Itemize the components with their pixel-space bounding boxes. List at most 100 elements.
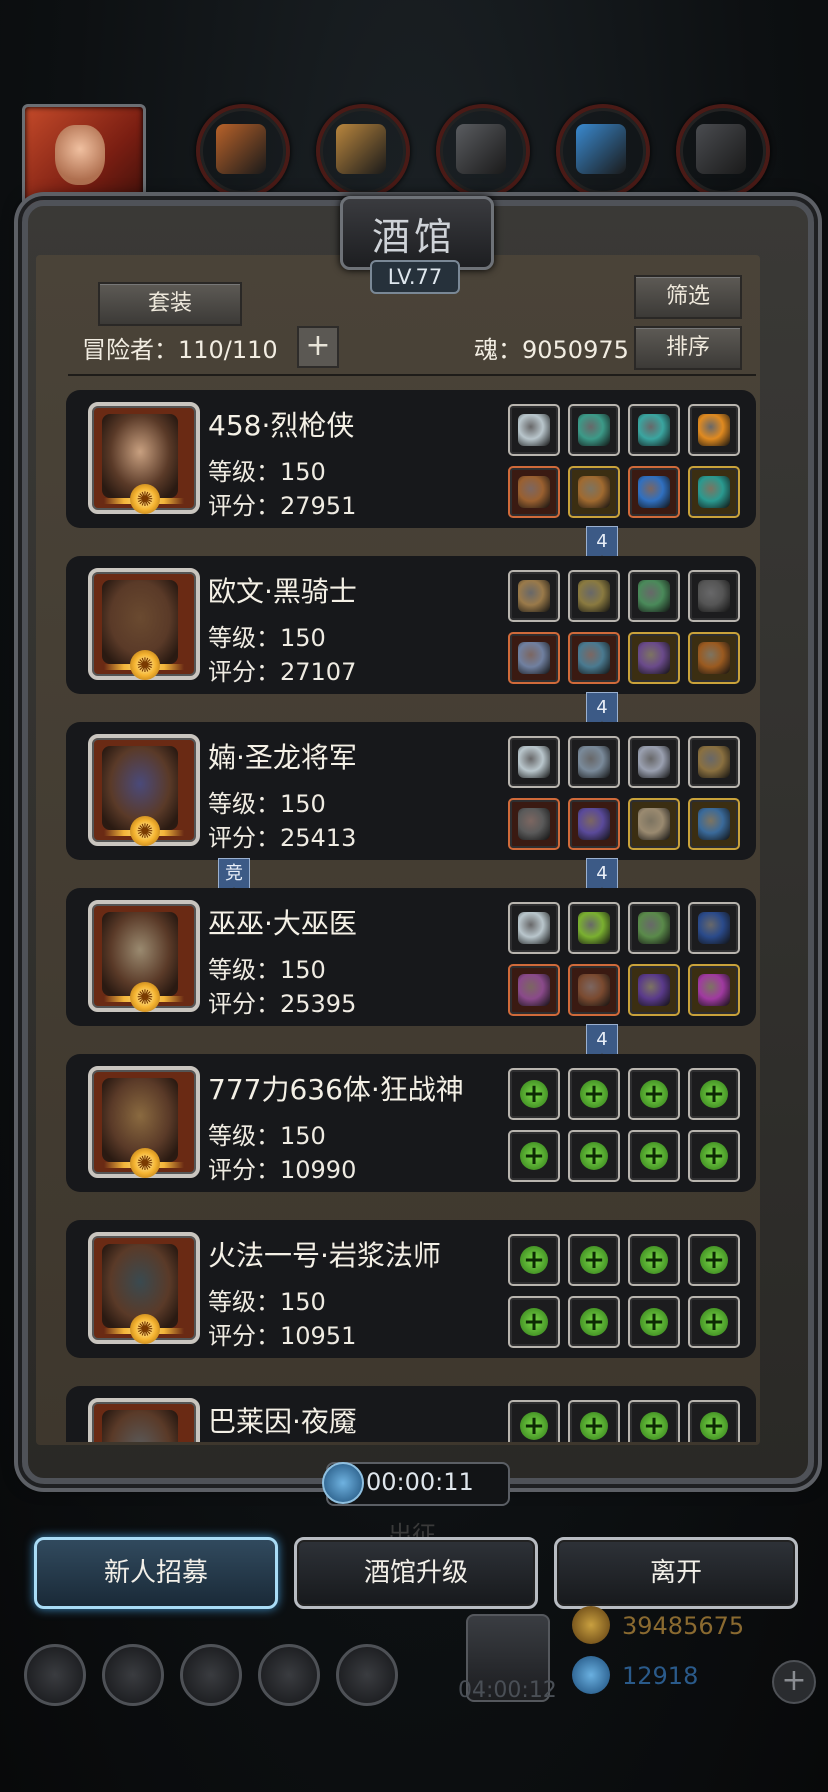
- equipment-slot[interactable]: +: [508, 1130, 560, 1182]
- equipment-slot[interactable]: +: [628, 1068, 680, 1120]
- leave-button[interactable]: 离开: [554, 1537, 798, 1609]
- equipment-slot[interactable]: [508, 964, 560, 1016]
- sort-button[interactable]: 排序: [634, 326, 742, 370]
- material-slot[interactable]: [316, 104, 410, 198]
- equipment-slot[interactable]: +: [688, 1234, 740, 1286]
- equipment-slot[interactable]: +: [508, 1296, 560, 1348]
- equipment-slot[interactable]: +: [568, 1400, 620, 1442]
- recruit-button[interactable]: 新人招募: [34, 1537, 278, 1609]
- add-slot-icon: +: [580, 1412, 608, 1440]
- equipment-slot[interactable]: +: [568, 1068, 620, 1120]
- belt-icon: [518, 414, 550, 446]
- equipment-slot[interactable]: [628, 902, 680, 954]
- hero-name: 婻·圣龙将军: [208, 741, 357, 774]
- equipment-slot[interactable]: [688, 798, 740, 850]
- equipment-slot[interactable]: +: [688, 1130, 740, 1182]
- add-adventurer-button[interactable]: +: [297, 326, 339, 368]
- sun-icon: ✺: [130, 650, 160, 680]
- equipment-slot[interactable]: [688, 466, 740, 518]
- equipment-slot[interactable]: [508, 404, 560, 456]
- equipment-slot[interactable]: [628, 570, 680, 622]
- equipment-slot[interactable]: +: [568, 1296, 620, 1348]
- equipment-slot[interactable]: [568, 632, 620, 684]
- equipment-slot[interactable]: [508, 902, 560, 954]
- hero-list[interactable]: ✺ 458·烈枪侠 等级：150 评分：27951 4 ✺ 欧文·黑骑士 等级：150 评分：2…: [66, 384, 756, 1442]
- add-slot-icon: +: [520, 1142, 548, 1170]
- mail-icon[interactable]: [258, 1644, 320, 1706]
- equipment-slots: [508, 570, 748, 684]
- equipment-slot[interactable]: +: [568, 1130, 620, 1182]
- hood-icon: [638, 974, 670, 1006]
- equipment-slot[interactable]: [508, 736, 560, 788]
- equipment-slot[interactable]: [568, 570, 620, 622]
- equipment-slot[interactable]: [688, 902, 740, 954]
- hero-row[interactable]: ✺ 458·烈枪侠 等级：150 评分：27951: [66, 390, 756, 528]
- hero-level: 等级：150: [208, 956, 326, 984]
- add-slot-icon: +: [640, 1080, 668, 1108]
- sun-icon: ✺: [130, 1314, 160, 1344]
- material-slot[interactable]: [436, 104, 530, 198]
- equipment-slot[interactable]: +: [508, 1400, 560, 1442]
- equipment-slot[interactable]: +: [568, 1234, 620, 1286]
- hero-level: 等级：150: [208, 458, 326, 486]
- equipment-slot[interactable]: [568, 466, 620, 518]
- equipment-slot[interactable]: [568, 798, 620, 850]
- add-slot-icon: +: [520, 1412, 548, 1440]
- equipment-slot[interactable]: +: [628, 1296, 680, 1348]
- equipment-slot[interactable]: [628, 404, 680, 456]
- equipment-slot[interactable]: +: [688, 1400, 740, 1442]
- hero-row[interactable]: ✺ 婻·圣龙将军 等级：150 评分：25413: [66, 722, 756, 860]
- equipment-slot[interactable]: +: [688, 1068, 740, 1120]
- equipment-slot[interactable]: [688, 632, 740, 684]
- equipment-slot[interactable]: [568, 964, 620, 1016]
- amulet-icon: [698, 746, 730, 778]
- equipment-slot[interactable]: [688, 570, 740, 622]
- shield-round-icon[interactable]: [336, 1644, 398, 1706]
- player-avatar[interactable]: [22, 104, 146, 214]
- equipment-slot[interactable]: [628, 964, 680, 1016]
- equipment-slot[interactable]: [508, 632, 560, 684]
- equipment-slot[interactable]: +: [628, 1400, 680, 1442]
- hero-row[interactable]: ✺ 欧文·黑骑士 等级：150 评分：27107: [66, 556, 756, 694]
- material-slot[interactable]: [556, 104, 650, 198]
- hero-name: 777力636体·狂战神: [208, 1073, 464, 1106]
- equipment-slot[interactable]: [568, 736, 620, 788]
- equipment-slot[interactable]: [628, 798, 680, 850]
- add-currency-button[interactable]: +: [772, 1660, 816, 1704]
- hero-row[interactable]: ✺ 777力636体·狂战神 等级：150 评分：10990 + + + + + + + +: [66, 1054, 756, 1192]
- hero-row[interactable]: ✺巴莱因·夜魇++++: [66, 1386, 756, 1442]
- equipment-slot[interactable]: +: [688, 1296, 740, 1348]
- equipment-slot[interactable]: [628, 736, 680, 788]
- equipment-slot[interactable]: [688, 964, 740, 1016]
- equipment-slot[interactable]: +: [508, 1068, 560, 1120]
- lance-icon: [518, 642, 550, 674]
- equipment-slot[interactable]: [508, 570, 560, 622]
- sun-icon: ✺: [130, 816, 160, 846]
- material-slot[interactable]: [196, 104, 290, 198]
- add-slot-icon: +: [640, 1308, 668, 1336]
- tavern-upgrade-button[interactable]: 酒馆升级: [294, 1537, 538, 1609]
- equipment-slot[interactable]: [508, 466, 560, 518]
- add-slot-icon: +: [520, 1246, 548, 1274]
- equipment-slot[interactable]: +: [628, 1130, 680, 1182]
- star-icon[interactable]: [102, 1644, 164, 1706]
- filter-button[interactable]: 筛选: [634, 275, 742, 319]
- hero-portrait[interactable]: [88, 1398, 200, 1442]
- settings-icon[interactable]: [24, 1644, 86, 1706]
- mask-icon: [638, 808, 670, 840]
- equipment-slot[interactable]: +: [508, 1234, 560, 1286]
- equipment-slot[interactable]: [628, 632, 680, 684]
- equipment-slot[interactable]: [628, 466, 680, 518]
- hero-row[interactable]: ✺ 巫巫·大巫医 等级：150 评分：25395: [66, 888, 756, 1026]
- material-slot[interactable]: [676, 104, 770, 198]
- hero-row[interactable]: ✺ 火法一号·岩浆法师 等级：150 评分：10951 + + + + + + + +: [66, 1220, 756, 1358]
- hero-score: 评分：25413: [208, 824, 357, 852]
- equipment-slot[interactable]: [688, 736, 740, 788]
- equipment-slot[interactable]: [568, 902, 620, 954]
- outfit-button[interactable]: 套装: [98, 282, 242, 326]
- castle-icon[interactable]: [180, 1644, 242, 1706]
- equipment-slot[interactable]: [568, 404, 620, 456]
- equipment-slot[interactable]: [508, 798, 560, 850]
- equipment-slot[interactable]: [688, 404, 740, 456]
- equipment-slot[interactable]: +: [628, 1234, 680, 1286]
